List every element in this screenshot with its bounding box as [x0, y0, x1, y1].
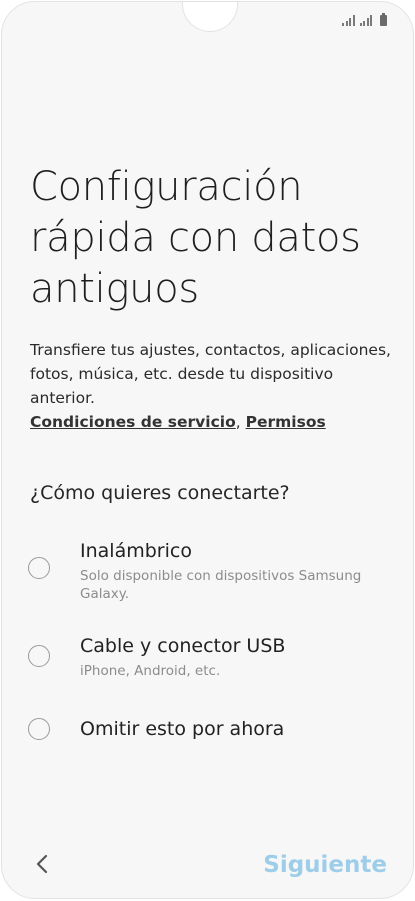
page-title: Configuración rápida con datos antiguos	[30, 164, 361, 312]
signal-icon	[342, 14, 355, 26]
page-description: Transfiere tus ajustes, contactos, aplic…	[30, 341, 391, 407]
link-separator: ,	[235, 413, 246, 431]
permissions-link[interactable]: Permisos	[246, 413, 326, 431]
option-subtitle: iPhone, Android, etc.	[80, 663, 221, 679]
option-title: Cable y conector USB	[80, 635, 286, 657]
chevron-left-icon	[36, 854, 48, 874]
legal-links: Condiciones de servicio, Permisos	[30, 410, 326, 434]
back-button[interactable]	[24, 846, 60, 882]
option-wireless[interactable]: Inalámbrico Solo disponible con disposit…	[28, 539, 398, 603]
battery-icon	[380, 13, 387, 26]
radio-button[interactable]	[28, 645, 50, 667]
option-usb-cable[interactable]: Cable y conector USB iPhone, Android, et…	[28, 634, 398, 684]
option-title: Inalámbrico	[80, 540, 192, 562]
option-skip[interactable]: Omitir esto por ahora	[28, 717, 398, 743]
connection-question: ¿Cómo quieres conectarte?	[30, 482, 290, 504]
radio-button[interactable]	[28, 557, 50, 579]
phone-screen: Configuración rápida con datos antiguos …	[1, 1, 414, 899]
next-button[interactable]: Siguiente	[263, 850, 387, 880]
radio-button[interactable]	[28, 718, 50, 740]
option-title: Omitir esto por ahora	[80, 718, 285, 740]
camera-notch	[182, 2, 238, 32]
status-bar	[342, 10, 387, 26]
option-subtitle: Solo disponible con dispositivos Samsung…	[80, 568, 362, 602]
signal-icon	[359, 14, 372, 26]
terms-of-service-link[interactable]: Condiciones de servicio	[30, 413, 236, 431]
